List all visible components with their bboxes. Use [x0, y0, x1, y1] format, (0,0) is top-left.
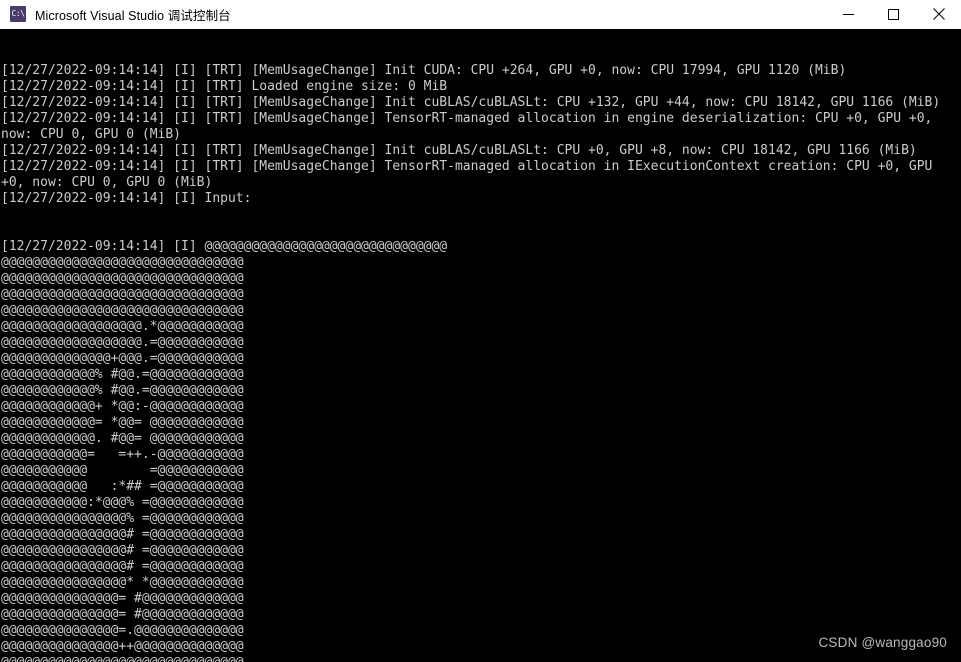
- ascii-art-row: @@@@@@@@@@@@@@@@@@@@@@@@@@@@@@@: [1, 655, 961, 662]
- ascii-art-row: @@@@@@@@@@@@@@@= #@@@@@@@@@@@@@: [1, 591, 244, 606]
- ascii-art-row: @@@@@@@@@@@@@@@@@@@@@@@@@@@@@@@: [1, 303, 244, 318]
- console-log-line: [12/27/2022-09:14:14] [I] [TRT] [MemUsag…: [1, 63, 847, 78]
- ascii-art-row: @@@@@@@@@@@@% #@@.=@@@@@@@@@@@@: [1, 383, 244, 398]
- ascii-art-row: @@@@@@@@@@@@+ *@@:-@@@@@@@@@@@@: [1, 399, 244, 414]
- console-log-line: [12/27/2022-09:14:14] [I] [TRT] Loaded e…: [1, 79, 448, 94]
- ascii-art-row: @@@@@@@@@@@ =@@@@@@@@@@@: [1, 463, 244, 478]
- log-lines-group: [12/27/2022-09:14:14] [I] [TRT] [MemUsag…: [1, 63, 961, 207]
- ascii-art-row: @@@@@@@@@@@@@@@++@@@@@@@@@@@@@@: [1, 639, 244, 654]
- ascii-art-row: @@@@@@@@@@@@@@@= #@@@@@@@@@@@@@: [1, 607, 244, 622]
- ascii-art-row: @@@@@@@@@@@@@@@@# =@@@@@@@@@@@@: [1, 543, 244, 558]
- close-button[interactable]: [916, 0, 961, 28]
- console-prompt-glyph: C:\: [11, 9, 25, 18]
- ascii-art-row: @@@@@@@@@@@ :*## =@@@@@@@@@@@: [1, 479, 244, 494]
- window-title: Microsoft Visual Studio 调试控制台: [35, 8, 231, 23]
- console-output-area[interactable]: [12/27/2022-09:14:14] [I] [TRT] [MemUsag…: [0, 29, 961, 662]
- ascii-art-row: @@@@@@@@@@@@= *@@= @@@@@@@@@@@@: [1, 415, 244, 430]
- watermark-label: CSDN @wanggao90: [818, 635, 947, 650]
- minimize-icon: [843, 13, 854, 15]
- ascii-art-row: @@@@@@@@@@@@@@+@@@.=@@@@@@@@@@@: [1, 351, 244, 366]
- ascii-art-row: @@@@@@@@@@@@@@@@% =@@@@@@@@@@@@: [1, 511, 244, 526]
- console-window: C:\ Microsoft Visual Studio 调试控制台 [12/27…: [0, 0, 961, 662]
- maximize-button[interactable]: [871, 0, 916, 28]
- close-icon: [932, 8, 945, 20]
- title-bar-left: C:\ Microsoft Visual Studio 调试控制台: [0, 5, 826, 24]
- ascii-art-group: [12/27/2022-09:14:14] [I] @@@@@@@@@@@@@@…: [1, 239, 961, 662]
- console-log-line: [12/27/2022-09:14:14] [I] [TRT] [MemUsag…: [1, 95, 941, 110]
- console-log-line: [12/27/2022-09:14:14] [I] [TRT] [MemUsag…: [1, 143, 917, 158]
- ascii-art-row: @@@@@@@@@@@@@@@@@@@@@@@@@@@@@@@: [1, 255, 244, 270]
- ascii-art-row: @@@@@@@@@@@@@@@@@@.=@@@@@@@@@@@: [1, 335, 244, 350]
- ascii-art-row: [12/27/2022-09:14:14] [I] @@@@@@@@@@@@@@…: [1, 239, 448, 254]
- ascii-art-row: @@@@@@@@@@@@@@@@# =@@@@@@@@@@@@: [1, 527, 244, 542]
- ascii-art-row: @@@@@@@@@@@@@@@@@@@@@@@@@@@@@@@: [1, 287, 244, 302]
- ascii-art-row: @@@@@@@@@@@@@@@=.@@@@@@@@@@@@@@: [1, 623, 244, 638]
- title-bar[interactable]: C:\ Microsoft Visual Studio 调试控制台: [0, 0, 961, 29]
- console-log-line: +0, now: CPU 0, GPU 0 (MiB): [1, 175, 213, 190]
- ascii-art-row: @@@@@@@@@@@:*@@@% =@@@@@@@@@@@@: [1, 495, 244, 510]
- ascii-art-row: @@@@@@@@@@@@. #@@= @@@@@@@@@@@@: [1, 431, 244, 446]
- ascii-art-row: @@@@@@@@@@@@@@@@@@.*@@@@@@@@@@@: [1, 319, 244, 334]
- ascii-art-row: @@@@@@@@@@@@@@@@* *@@@@@@@@@@@@: [1, 575, 244, 590]
- window-controls: [826, 0, 961, 28]
- ascii-art-row: @@@@@@@@@@@@@@@@@@@@@@@@@@@@@@@: [1, 271, 244, 286]
- console-app-icon: C:\: [10, 6, 26, 22]
- minimize-button[interactable]: [826, 0, 871, 28]
- ascii-art-row: @@@@@@@@@@@= =++.-@@@@@@@@@@@: [1, 447, 244, 462]
- maximize-icon: [888, 8, 899, 20]
- console-log-line: now: CPU 0, GPU 0 (MiB): [1, 127, 182, 142]
- console-log-line: [12/27/2022-09:14:14] [I] [TRT] [MemUsag…: [1, 159, 933, 174]
- console-log-line: [12/27/2022-09:14:14] [I] Input:: [1, 191, 252, 206]
- ascii-art-row: @@@@@@@@@@@@@@@@# =@@@@@@@@@@@@: [1, 559, 244, 574]
- console-log-line: [12/27/2022-09:14:14] [I] [TRT] [MemUsag…: [1, 111, 933, 126]
- ascii-art-row: @@@@@@@@@@@@% #@@.=@@@@@@@@@@@@: [1, 367, 244, 382]
